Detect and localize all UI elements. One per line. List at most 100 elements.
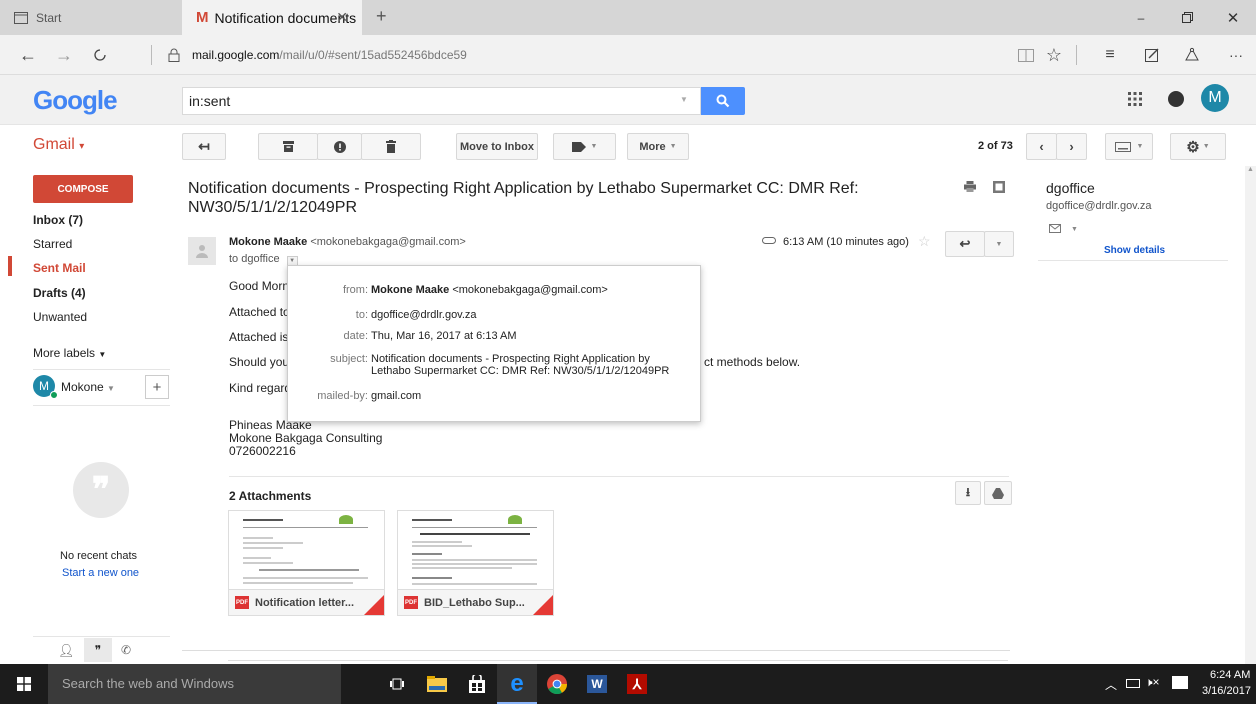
sidebar-item-starred[interactable]: Starred — [33, 237, 72, 251]
signature-phone: 0726002216 — [229, 444, 296, 458]
sidebar-item-inbox[interactable]: Inbox (7) — [33, 213, 83, 227]
label-tag-icon — [571, 141, 586, 152]
attachment-card-1[interactable]: PDF Notification letter... — [228, 510, 385, 616]
star-icon[interactable]: ☆ — [918, 233, 931, 250]
reply-options-button[interactable]: ▼ — [984, 231, 1014, 257]
sidebar-divider — [33, 369, 170, 370]
forward-button[interactable]: → — [46, 35, 82, 75]
start-new-chat-link[interactable]: Start a new one — [62, 567, 139, 579]
save-to-drive-button[interactable] — [984, 481, 1012, 505]
search-options-arrow-icon[interactable]: ▼ — [680, 95, 688, 104]
show-details-link[interactable]: Show details — [1104, 245, 1165, 256]
from-email: <mokonebakgaga@gmail.com> — [452, 284, 608, 296]
sidebar-item-drafts[interactable]: Drafts (4) — [33, 286, 86, 300]
account-avatar[interactable]: M — [1201, 84, 1229, 112]
battery-icon[interactable] — [1126, 679, 1140, 688]
tab-label: Start — [36, 10, 62, 25]
url-field[interactable]: mail.google.com/mail/u/0/#sent/15ad55245… — [192, 35, 467, 75]
to-value: dgoffice@drdlr.gov.za — [371, 309, 477, 321]
more-options-icon[interactable]: ··· — [1218, 35, 1254, 75]
input-tools-button[interactable]: ▼ — [1105, 133, 1153, 160]
search-button[interactable] — [701, 87, 745, 115]
contacts-person-icon[interactable]: 👤︎ — [58, 643, 75, 659]
back-to-sent-button[interactable]: ↤ — [182, 133, 226, 160]
dropdown-arrow-icon[interactable]: ▼ — [1071, 226, 1078, 233]
report-spam-button[interactable] — [317, 133, 362, 160]
newer-button[interactable]: ‹ — [1026, 133, 1057, 160]
apps-grid-icon[interactable] — [1128, 92, 1142, 106]
more-button[interactable]: More ▼ — [627, 133, 689, 160]
scrollbar-up-arrow-icon[interactable]: ▲ — [1245, 166, 1256, 173]
settings-button[interactable]: ⚙ ▼ — [1170, 133, 1226, 160]
email-contact-icon[interactable] — [1049, 224, 1061, 233]
archive-button[interactable] — [258, 133, 318, 160]
sender-avatar — [188, 237, 216, 265]
back-button[interactable]: ← — [10, 35, 46, 75]
sender-name[interactable]: Mokone Maake — [229, 236, 307, 248]
compose-button[interactable]: COMPOSE — [33, 175, 133, 203]
phone-icon[interactable]: ✆ — [121, 643, 131, 657]
tab-close-icon[interactable]: ✕ — [336, 9, 348, 26]
taskbar-date[interactable]: 3/16/2017 — [1202, 685, 1251, 697]
notifications-icon[interactable] — [1168, 91, 1184, 107]
divider — [1076, 45, 1077, 65]
tab-start[interactable]: Start — [0, 0, 177, 35]
hangouts-quote-icon: ❞ — [73, 462, 129, 518]
new-tab-button[interactable]: + — [376, 6, 387, 27]
new-conversation-button[interactable]: + — [145, 375, 169, 399]
google-logo[interactable]: Google — [33, 85, 118, 116]
hangouts-tab-icon[interactable]: ❞ — [84, 638, 112, 662]
tab-notification-documents[interactable]: M Notification documents ✕ — [182, 0, 362, 35]
store-icon[interactable] — [457, 664, 497, 704]
delete-button[interactable] — [361, 133, 421, 160]
message-subject: Notification documents - Prospecting Rig… — [188, 180, 859, 216]
reply-button[interactable]: ↩ — [945, 231, 985, 257]
volume-mute-icon[interactable]: 🕨︎× — [1145, 675, 1160, 690]
share-icon[interactable] — [1174, 35, 1210, 75]
more-labels-link[interactable]: More labels ▼ — [33, 346, 106, 360]
action-center-icon[interactable] — [1172, 676, 1188, 689]
taskbar-search-box[interactable]: Search the web and Windows — [48, 664, 341, 704]
minimize-button[interactable]: – — [1118, 0, 1164, 35]
restore-button[interactable] — [1164, 0, 1210, 35]
download-all-button[interactable]: ⭳ — [955, 481, 981, 505]
print-icon[interactable] — [964, 181, 976, 192]
favorite-star-icon[interactable]: ☆ — [1036, 35, 1072, 75]
older-button[interactable]: › — [1056, 133, 1087, 160]
divider — [151, 45, 152, 65]
scrollbar[interactable]: ▲ — [1245, 166, 1256, 664]
start-button[interactable] — [4, 664, 44, 704]
acrobat-icon[interactable]: ⅄ — [617, 664, 657, 704]
avatar-letter: M — [1208, 89, 1222, 106]
new-window-icon[interactable] — [993, 181, 1005, 193]
task-view-icon[interactable] — [377, 664, 417, 704]
close-window-button[interactable]: ✕ — [1210, 0, 1256, 35]
google-header: Google in:sent ▼ M — [0, 75, 1256, 125]
hangouts-user-name[interactable]: Mokone ▼ — [61, 380, 115, 394]
word-icon[interactable]: W — [577, 664, 617, 704]
labels-button[interactable]: ▼ — [553, 133, 616, 160]
chrome-icon[interactable] — [537, 664, 577, 704]
move-to-inbox-button[interactable]: Move to Inbox — [456, 133, 538, 160]
taskbar-time[interactable]: 6:24 AM — [1210, 669, 1250, 681]
hub-icon[interactable]: ≡ — [1092, 35, 1128, 75]
attachment-clip-icon — [762, 237, 776, 244]
sidebar-item-sent-mail[interactable]: Sent Mail — [33, 261, 86, 275]
gmail-menu[interactable]: Gmail ▾ — [33, 136, 84, 154]
body-line-4: Should you — [229, 355, 290, 369]
refresh-button[interactable] — [82, 35, 118, 75]
file-explorer-icon[interactable] — [417, 664, 457, 704]
sidebar-item-unwanted[interactable]: Unwanted — [33, 310, 87, 324]
from-value: Mokone Maake <mokonebakgaga@gmail.com> — [371, 284, 608, 296]
edge-icon[interactable]: e — [497, 664, 537, 704]
address-bar: ← → mail.google.com/mail/u/0/#sent/15ad5… — [0, 35, 1256, 75]
sender-line: Mokone Maake <mokonebakgaga@gmail.com> — [229, 236, 466, 248]
message-time: 6:13 AM (10 minutes ago) — [783, 236, 909, 248]
attachment-name: BID_Lethabo Sup... — [424, 596, 525, 609]
web-note-icon[interactable] — [1134, 35, 1170, 75]
search-input[interactable]: in:sent — [182, 87, 701, 115]
tab-page-icon — [14, 11, 28, 24]
to-label: to: — [355, 309, 368, 321]
attachment-card-2[interactable]: PDF BID_Lethabo Sup... — [397, 510, 554, 616]
system-tray-up-icon[interactable]: ︿ — [1105, 676, 1117, 693]
